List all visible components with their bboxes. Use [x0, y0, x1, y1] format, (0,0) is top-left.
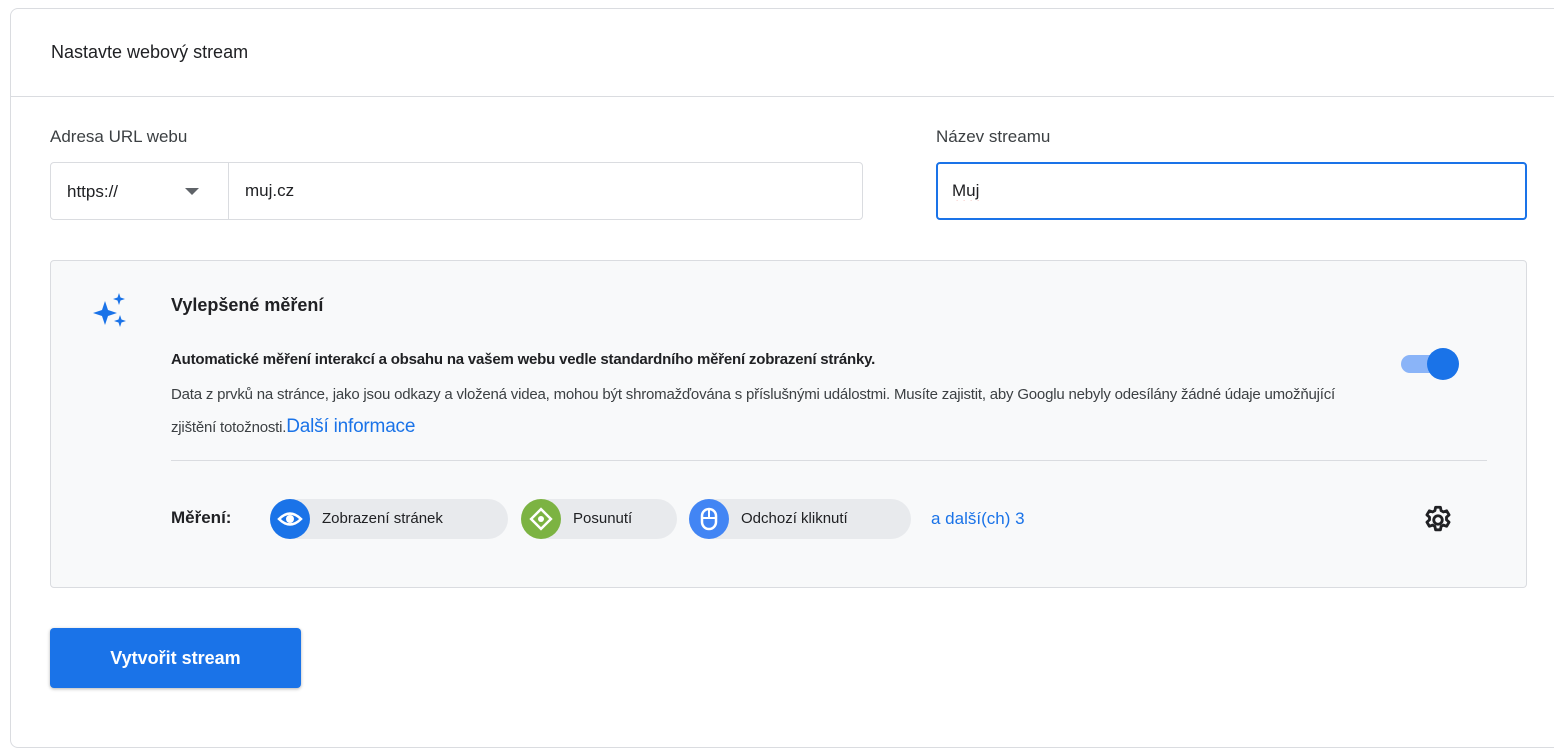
protocol-value: https:// [67, 182, 119, 201]
enhanced-measurement-title: Vylepšené měření [171, 295, 324, 315]
enhanced-measurement-description: Data z prvků na stránce, jako jsou odkaz… [171, 379, 1381, 444]
stream-name-field [936, 162, 1527, 220]
chip-outbound-clicks[interactable]: Odchozí kliknutí [689, 499, 911, 539]
mouse-icon [689, 499, 729, 539]
scroll-icon [521, 499, 561, 539]
measurements-label: Měření: [171, 508, 232, 527]
more-measurements-link[interactable]: a další(ch) 3 [931, 509, 1025, 529]
enhanced-measurement-toggle[interactable] [1401, 347, 1463, 380]
chevron-down-icon [185, 188, 199, 195]
chip-page-views[interactable]: Zobrazení stránek [270, 499, 508, 539]
chip-label: Posunutí [573, 510, 633, 527]
learn-more-link[interactable]: Další informace [286, 416, 415, 437]
gear-icon[interactable] [1421, 503, 1455, 537]
url-field-label: Adresa URL webu [50, 127, 188, 146]
stream-name-input[interactable] [952, 180, 1502, 202]
enhanced-measurement-panel: Vylepšené měření Automatické měření inte… [50, 260, 1527, 588]
enhanced-measurement-lead: Automatické měření interakcí a obsahu na… [171, 351, 876, 368]
url-input[interactable] [245, 180, 845, 202]
stream-name-label: Název streamu [936, 127, 1051, 146]
chip-label: Odchozí kliknutí [741, 510, 848, 527]
chip-label: Zobrazení stránek [322, 510, 443, 527]
url-field: https:// [50, 162, 863, 220]
eye-icon [270, 499, 310, 539]
sparkle-icon [93, 293, 126, 327]
card-title: Nastavte webový stream [51, 42, 249, 62]
toggle-knob [1427, 348, 1459, 380]
chip-scrolls[interactable]: Posunutí [521, 499, 677, 539]
divider [171, 460, 1487, 461]
card-header: Nastavte webový stream [11, 9, 1554, 97]
create-stream-button[interactable]: Vytvořit stream [50, 628, 301, 688]
protocol-select[interactable]: https:// [51, 163, 229, 219]
